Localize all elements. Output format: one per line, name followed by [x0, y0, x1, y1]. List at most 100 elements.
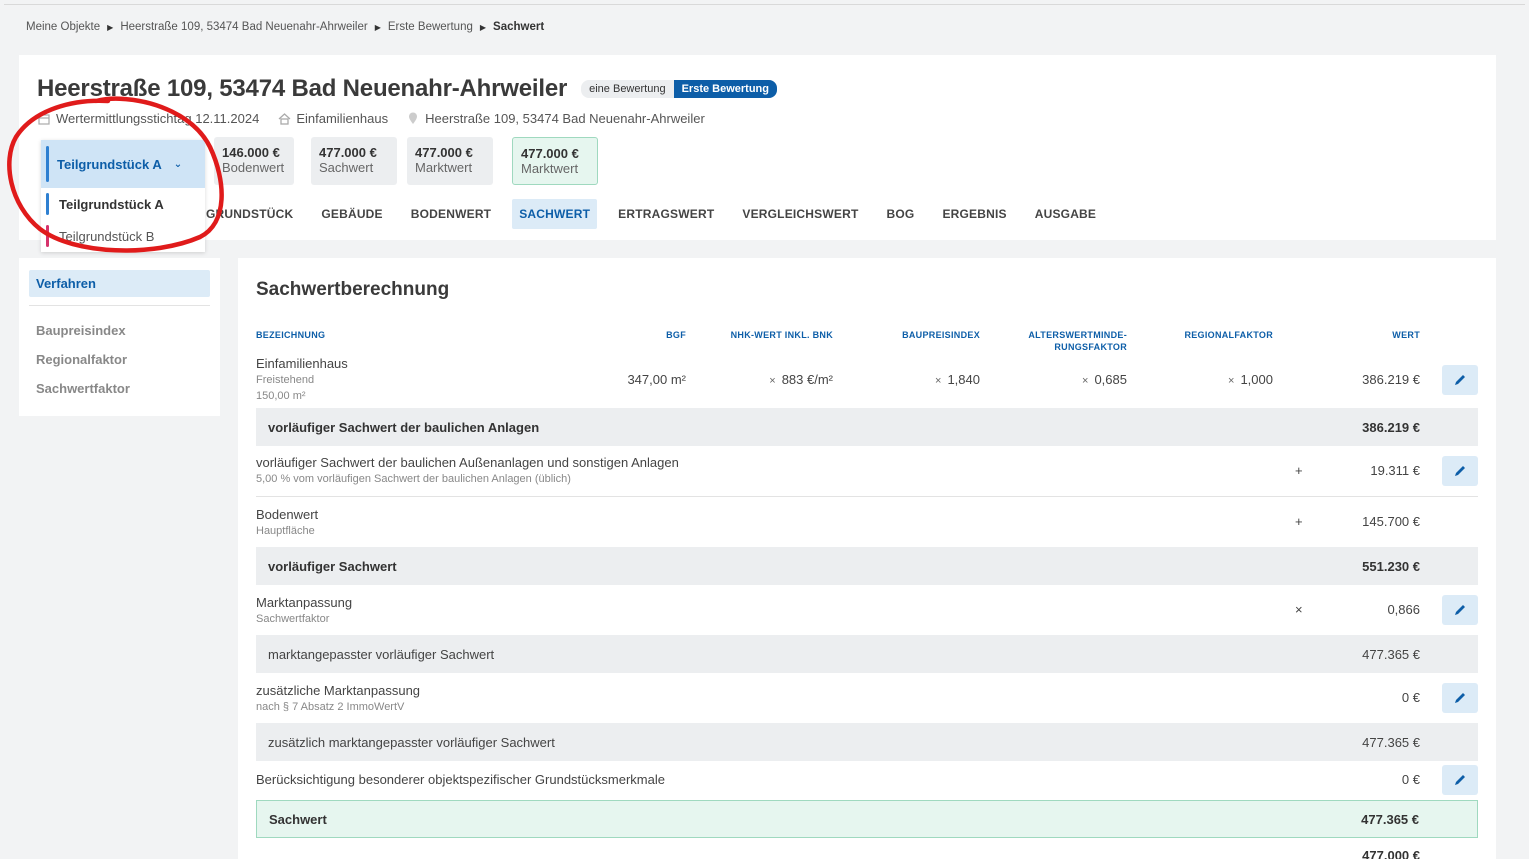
- breadcrumb: Meine Objekte ▶ Heerstraße 109, 53474 Ba…: [26, 21, 544, 33]
- marktwert-label: Marktwert: [415, 160, 473, 175]
- boden-sub: Hauptfläche: [256, 525, 315, 537]
- boden-value: 145.700 €: [1362, 514, 1420, 529]
- tab-bog[interactable]: BOG: [880, 199, 922, 229]
- pencil-icon: [1455, 775, 1465, 785]
- column-header-nhk: NHK-WERT INKL. BNK: [730, 330, 833, 340]
- pencil-icon: [1455, 693, 1465, 703]
- building-alter-value: 0,685: [1094, 372, 1127, 387]
- sidebar-item-verfahren[interactable]: Verfahren: [29, 270, 210, 297]
- sachwert-rounded-value: 477.000 €: [1362, 848, 1420, 859]
- marktwert-final-label: Marktwert: [521, 161, 579, 176]
- sidebar-item-regionalfaktor[interactable]: Regionalfaktor: [29, 345, 210, 374]
- tab-ergebnis[interactable]: ERGEBNIS: [935, 199, 1013, 229]
- breadcrumb-separator-icon: ▶: [479, 22, 487, 32]
- date-label: Wertermittlungsstichtag: [56, 111, 192, 126]
- table-row-bodenwert: Bodenwert Hauptfläche: [256, 507, 318, 539]
- page-title: Heerstraße 109, 53474 Bad Neuenahr-Ahrwe…: [37, 75, 568, 102]
- row-divider: [256, 496, 1478, 497]
- building-sub1: Freistehend: [256, 374, 315, 386]
- breadcrumb-item-valuation[interactable]: Erste Bewertung: [388, 21, 473, 33]
- building-index: × 1,840: [935, 372, 980, 387]
- subplot-dropdown-toggle[interactable]: Teilgrundstück A ⌄: [41, 140, 205, 188]
- building-sub2: 150,00 m²: [256, 390, 306, 402]
- calendar-icon: [37, 112, 51, 126]
- pencil-icon: [1455, 605, 1465, 615]
- sum-row-sachwert: Sachwert 477.365 €: [256, 800, 1478, 838]
- edit-building-button[interactable]: [1442, 365, 1478, 395]
- column-header-baupreisindex: BAUPREISINDEX: [902, 330, 980, 340]
- column-header-alter-line1: ALTERSWERTMINDE-: [1028, 330, 1127, 340]
- column-header-regionalfaktor: REGIONALFAKTOR: [1184, 330, 1273, 340]
- section-tabs: GRUNDSTÜCK GEBÄUDE BODENWERT SACHWERT ER…: [199, 199, 1117, 229]
- value-box-marktwert: 477.000 € Marktwert: [407, 137, 493, 185]
- building-regional: × 1,000: [1228, 372, 1273, 387]
- valuation-name-badge[interactable]: Erste Bewertung: [673, 80, 777, 98]
- subplot-selected-label: Teilgrundstück A: [57, 156, 162, 172]
- subplot-option-a[interactable]: Teilgrundstück A: [41, 188, 205, 220]
- boden-label: Bodenwert: [256, 507, 319, 522]
- zusatz-label: zusätzliche Marktanpassung: [256, 683, 421, 698]
- markt-sub: Sachwertfaktor: [256, 613, 330, 625]
- pencil-icon: [1455, 466, 1465, 476]
- column-header-bezeichnung: BEZEICHNUNG: [256, 330, 326, 340]
- location-pin-icon: [406, 112, 420, 126]
- sidebar-item-sachwertfaktor[interactable]: Sachwertfaktor: [29, 374, 210, 403]
- breadcrumb-item-objects[interactable]: Meine Objekte: [26, 21, 100, 33]
- tab-gebaeude[interactable]: GEBÄUDE: [314, 199, 389, 229]
- tab-ertragswert[interactable]: ERTRAGSWERT: [611, 199, 721, 229]
- edit-besondere-merkmale-button[interactable]: [1442, 765, 1478, 795]
- chevron-down-icon: ⌄: [173, 158, 183, 170]
- breadcrumb-item-address[interactable]: Heerstraße 109, 53474 Bad Neuenahr-Ahrwe…: [120, 21, 367, 33]
- markt-label: Marktanpassung: [256, 595, 353, 610]
- meta-type: Einfamilienhaus: [277, 111, 388, 126]
- sachwert-label: Sachwert: [319, 160, 374, 175]
- meta-address: Heerstraße 109, 53474 Bad Neuenahr-Ahrwe…: [406, 111, 705, 126]
- breadcrumb-item-current: Sachwert: [493, 21, 545, 33]
- sidebar-item-baupreisindex[interactable]: Baupreisindex: [29, 316, 210, 345]
- sachwert-final-label: Sachwert: [269, 811, 327, 827]
- edit-zusaetzliche-marktanpassung-button[interactable]: [1442, 683, 1478, 713]
- subplot-option-b[interactable]: Teilgrundstück B: [41, 220, 205, 252]
- building-regional-value: 1,000: [1240, 372, 1273, 387]
- aussen-sub: 5,00 % vom vorläufigen Sachwert der baul…: [256, 473, 571, 485]
- sum4-value: 477.365 €: [1362, 734, 1420, 750]
- column-header-alter-line2: RUNGSFAKTOR: [1054, 342, 1127, 352]
- sum4-label: zusätzlich marktangepasster vorläufiger …: [268, 734, 555, 750]
- value-box-bodenwert: 146.000 € Bodenwert: [214, 137, 294, 185]
- edit-aussenanlagen-button[interactable]: [1442, 456, 1478, 486]
- tab-vergleichswert[interactable]: VERGLEICHSWERT: [735, 199, 865, 229]
- sum1-value: 386.219 €: [1362, 419, 1420, 435]
- pencil-icon: [1455, 375, 1465, 385]
- value-box-sachwert: 477.000 € Sachwert: [311, 137, 397, 185]
- markt-operator: ×: [1295, 602, 1303, 617]
- tab-sachwert[interactable]: SACHWERT: [512, 199, 598, 229]
- sachwert-panel: Sachwertberechnung BEZEICHNUNG BGF NHK-W…: [238, 258, 1496, 859]
- edit-marktanpassung-button[interactable]: [1442, 595, 1478, 625]
- tab-ausgabe[interactable]: AUSGABE: [1028, 199, 1103, 229]
- building-nhk: × 883 €/m²: [769, 372, 833, 387]
- sum-row-zusaetzlich-marktangepasst: zusätzlich marktangepasster vorläufiger …: [256, 723, 1478, 761]
- table-row-aussenanlagen: vorläufiger Sachwert der baulichen Außen…: [256, 455, 679, 487]
- sachwert-final-value: 477.365 €: [1361, 811, 1419, 827]
- bodenwert-amount: 146.000 €: [222, 145, 280, 160]
- subplot-dropdown: Teilgrundstück A ⌄ Teilgrundstück A Teil…: [41, 140, 205, 252]
- sum3-value: 477.365 €: [1362, 646, 1420, 662]
- building-type: Einfamilienhaus: [296, 111, 389, 126]
- boden-operator: +: [1295, 514, 1303, 529]
- marktwert-amount: 477.000 €: [415, 145, 473, 160]
- method-sidebar: Verfahren Baupreisindex Regionalfaktor S…: [19, 258, 220, 416]
- bodenwert-label: Bodenwert: [222, 160, 285, 175]
- markt-value: 0,866: [1387, 602, 1420, 617]
- breadcrumb-separator-icon: ▶: [374, 22, 381, 32]
- building-wert: 386.219 €: [1362, 372, 1420, 387]
- column-header-wert: WERT: [1392, 330, 1420, 340]
- section-title: Sachwertberechnung: [256, 279, 450, 300]
- building-name: Einfamilienhaus: [256, 356, 348, 371]
- building-nhk-value: 883 €/m²: [781, 372, 833, 387]
- tab-bodenwert[interactable]: BODENWERT: [404, 199, 498, 229]
- sum-row-vorlaeufiger-sachwert: vorläufiger Sachwert 551.230 €: [256, 547, 1478, 585]
- aussen-value: 19.311 €: [1370, 463, 1420, 478]
- tab-grundstueck[interactable]: GRUNDSTÜCK: [199, 199, 300, 229]
- sum1-label: vorläufiger Sachwert der baulichen Anlag…: [268, 419, 540, 435]
- house-icon: [277, 112, 291, 126]
